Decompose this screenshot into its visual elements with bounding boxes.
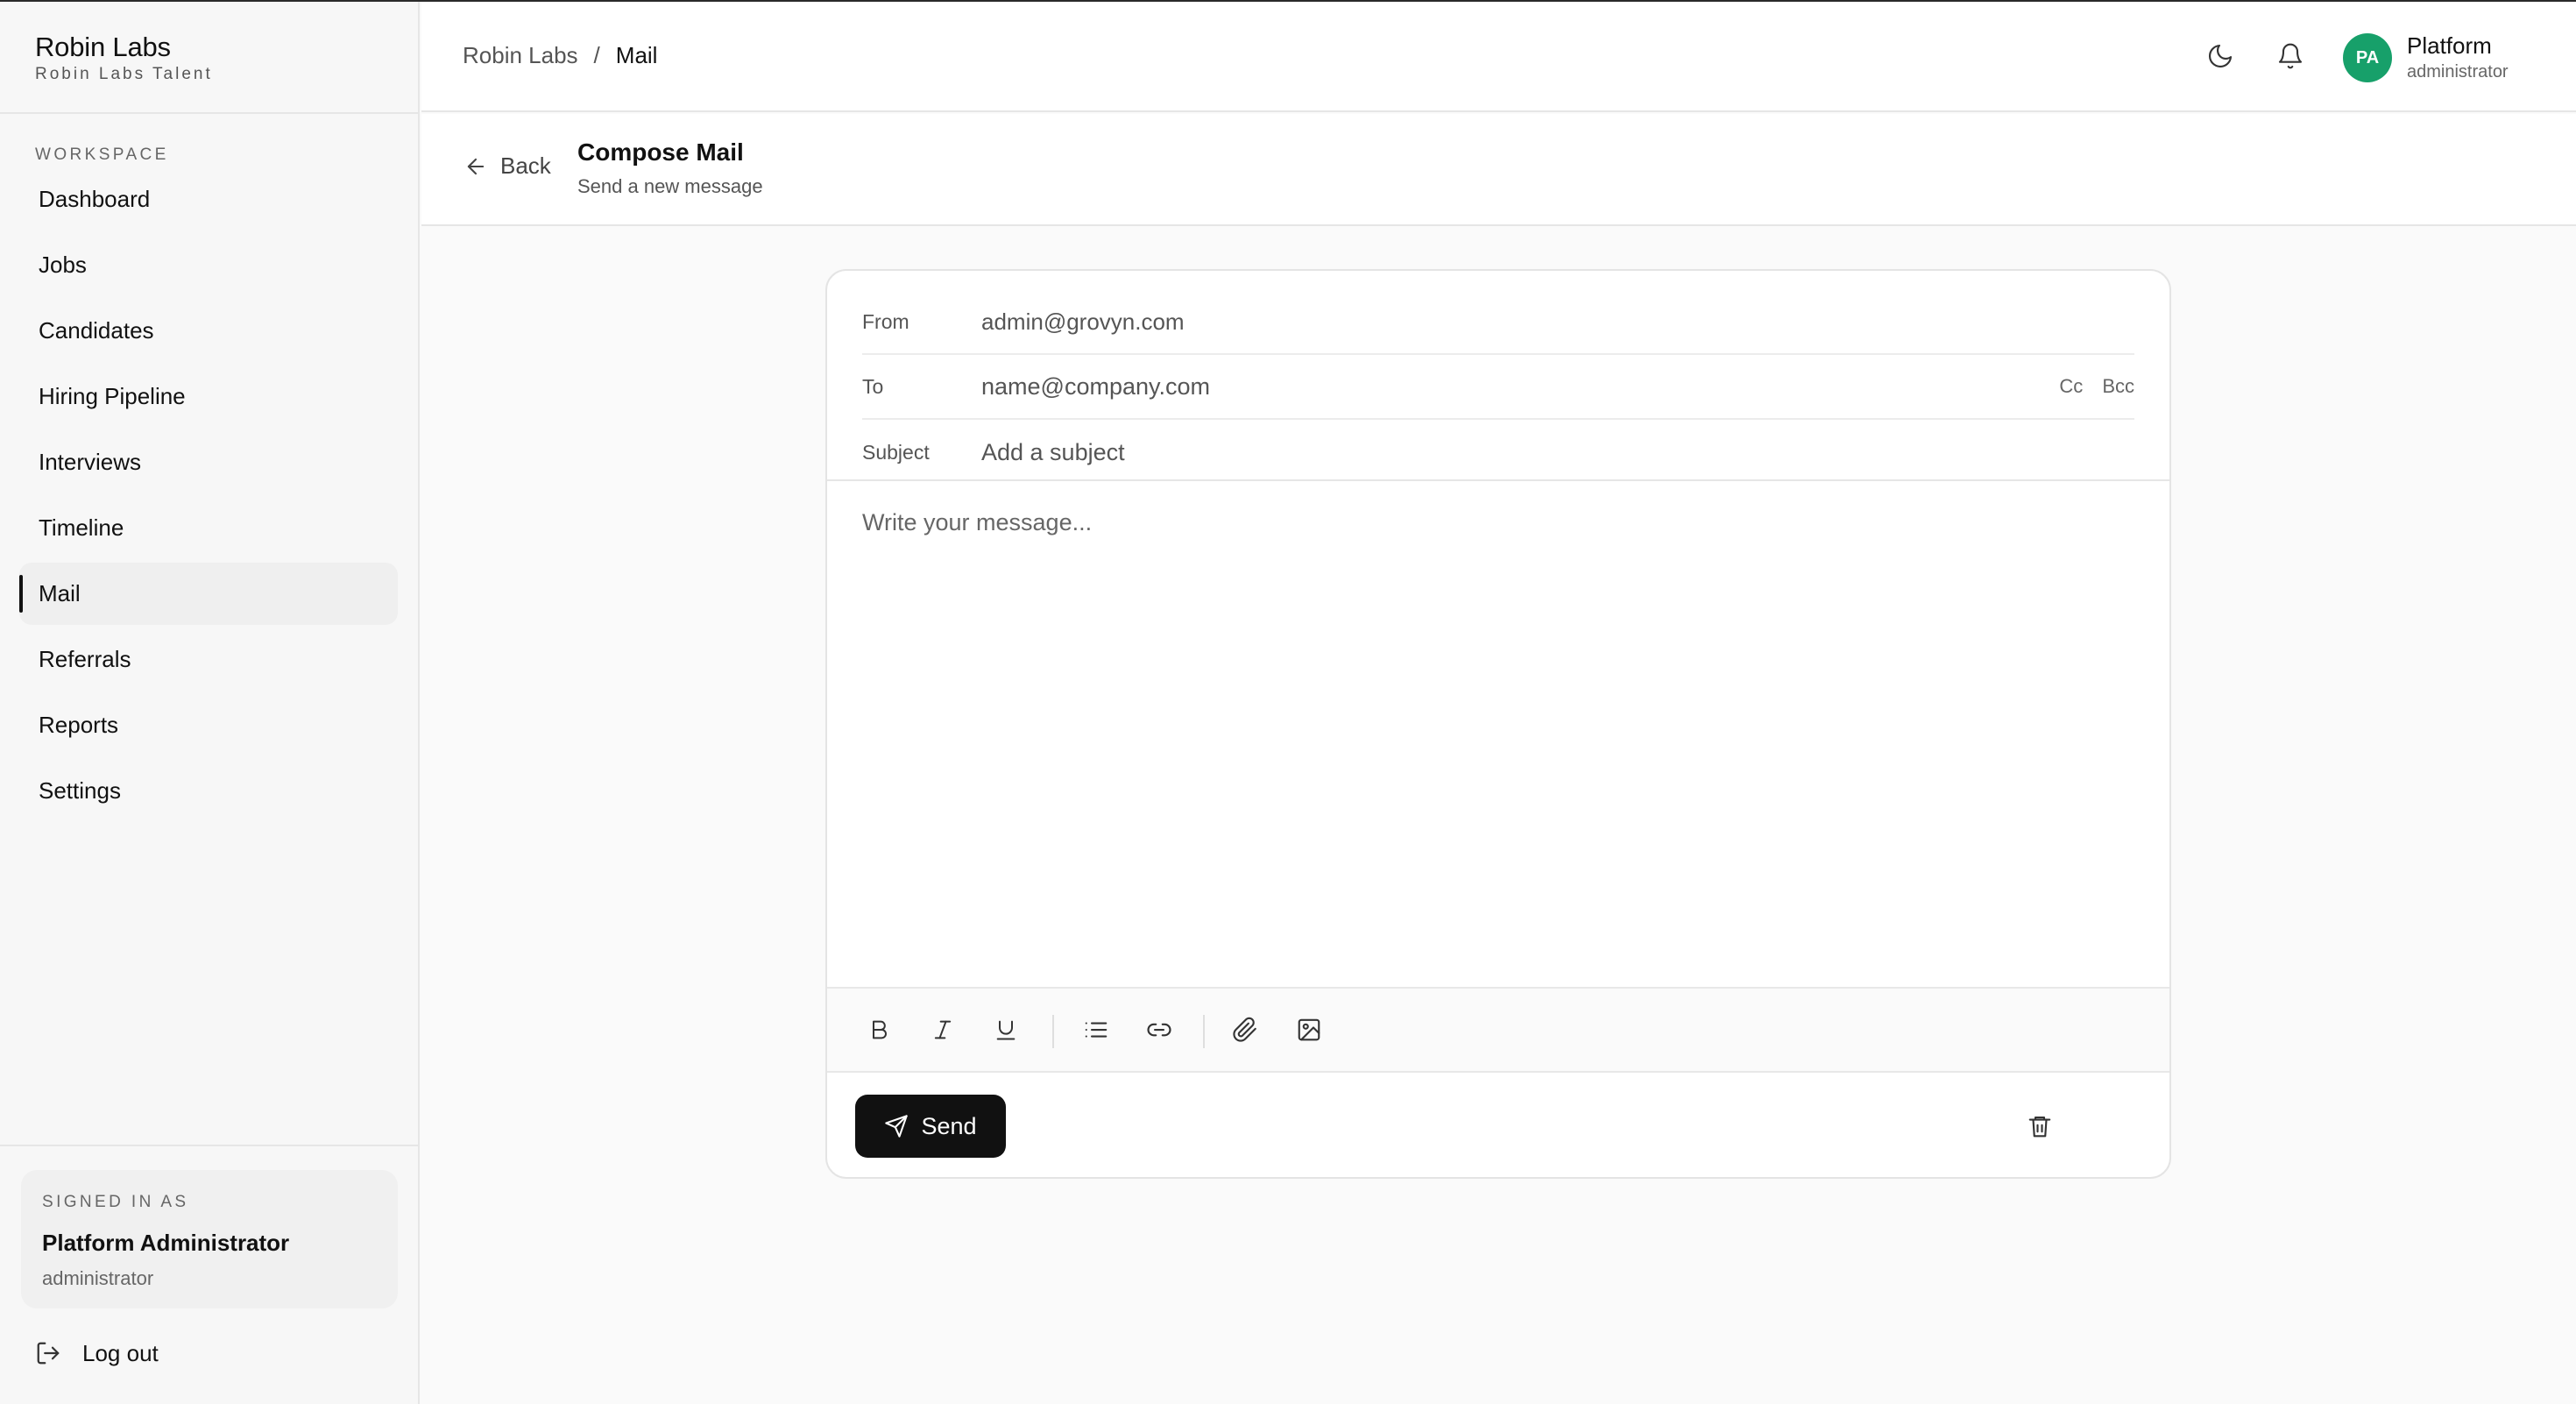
- sidebar-item-label: Referrals: [39, 646, 131, 672]
- to-input[interactable]: [981, 372, 2060, 401]
- toolbar-divider: [1052, 1015, 1054, 1048]
- from-row: From admin@grovyn.com: [862, 290, 2134, 355]
- signed-in-label: SIGNED IN AS: [42, 1193, 189, 1211]
- image-icon[interactable]: [1292, 1012, 1327, 1047]
- logout-button[interactable]: Log out: [35, 1336, 159, 1371]
- back-label: Back: [500, 152, 551, 179]
- sidebar-item-jobs[interactable]: Jobs: [19, 234, 398, 296]
- signed-in-name: Platform Administrator: [42, 1230, 290, 1256]
- bell-icon[interactable]: [2273, 39, 2308, 74]
- sidebar-item-interviews[interactable]: Interviews: [19, 431, 398, 493]
- breadcrumb-current: Mail: [615, 42, 658, 68]
- link-icon[interactable]: [1142, 1012, 1177, 1047]
- sidebar-item-referrals[interactable]: Referrals: [19, 628, 398, 691]
- sidebar-item-label: Hiring Pipeline: [39, 383, 186, 409]
- sidebar-item-dashboard[interactable]: Dashboard: [19, 168, 398, 230]
- sidebar-item-candidates[interactable]: Candidates: [19, 300, 398, 362]
- header-divider: [827, 479, 2169, 481]
- cc-button[interactable]: Cc: [2059, 375, 2083, 398]
- bold-icon[interactable]: [862, 1012, 897, 1047]
- logout-label: Log out: [82, 1339, 159, 1366]
- sidebar: Robin Labs Robin Labs Talent WORKSPACE D…: [0, 2, 420, 1404]
- to-label: To: [862, 374, 884, 398]
- page-title: Compose Mail: [577, 138, 744, 166]
- send-label: Send: [921, 1112, 977, 1139]
- bcc-button[interactable]: Bcc: [2102, 375, 2134, 398]
- brand: Robin Labs Robin Labs Talent: [35, 32, 213, 84]
- logout-icon: [35, 1340, 61, 1366]
- toolbar-divider: [1203, 1015, 1205, 1048]
- trash-icon[interactable]: [2022, 1109, 2057, 1144]
- list-icon[interactable]: [1079, 1012, 1114, 1047]
- top-bar: Robin Labs / Mail: [421, 2, 2576, 112]
- sidebar-item-label: Dashboard: [39, 186, 151, 212]
- paperclip-icon[interactable]: [1228, 1012, 1263, 1047]
- sidebar-item-label: Candidates: [39, 317, 154, 344]
- send-icon: [884, 1114, 909, 1138]
- breadcrumb-separator: /: [593, 42, 600, 68]
- sidebar-nav: Dashboard Jobs Candidates Hiring Pipelin…: [19, 168, 398, 826]
- arrow-left-icon: [464, 154, 488, 179]
- underline-icon[interactable]: [988, 1012, 1023, 1047]
- app-window: Robin Labs Robin Labs Talent WORKSPACE D…: [0, 0, 2576, 1404]
- signed-in-card: SIGNED IN AS Platform Administrator admi…: [21, 1170, 398, 1308]
- sidebar-item-hiring-pipeline[interactable]: Hiring Pipeline: [19, 365, 398, 428]
- avatar[interactable]: PA: [2343, 33, 2392, 82]
- from-value: admin@grovyn.com: [981, 308, 1185, 335]
- sidebar-item-reports[interactable]: Reports: [19, 694, 398, 756]
- italic-icon[interactable]: [925, 1012, 960, 1047]
- sidebar-divider: [0, 112, 418, 114]
- sidebar-item-settings[interactable]: Settings: [19, 760, 398, 822]
- sidebar-item-label: Jobs: [39, 252, 87, 278]
- compose-card: From admin@grovyn.com To Cc Bcc Subject: [825, 269, 2171, 1179]
- sidebar-item-label: Timeline: [39, 514, 124, 541]
- brand-name: Robin Labs: [35, 32, 171, 62]
- subject-input[interactable]: [981, 438, 2134, 466]
- message-body[interactable]: [862, 509, 2134, 772]
- user-name: Platform: [2407, 32, 2492, 59]
- subject-row: Subject: [862, 420, 2134, 485]
- breadcrumb-root[interactable]: Robin Labs: [463, 42, 578, 69]
- sidebar-item-label: Settings: [39, 777, 121, 804]
- subject-label: Subject: [862, 440, 930, 464]
- to-row: To Cc Bcc: [862, 355, 2134, 420]
- sidebar-item-timeline[interactable]: Timeline: [19, 497, 398, 559]
- sidebar-footer-divider: [0, 1145, 418, 1146]
- sidebar-item-mail[interactable]: Mail: [19, 563, 398, 625]
- brand-subtitle: Robin Labs Talent: [35, 65, 213, 83]
- workspace-label: WORKSPACE: [35, 145, 169, 164]
- sidebar-item-label: Reports: [39, 712, 119, 738]
- sidebar-item-label: Interviews: [39, 449, 142, 475]
- moon-icon[interactable]: [2203, 39, 2238, 74]
- page-header: Back Compose Mail Send a new message: [421, 114, 2576, 226]
- formatting-toolbar: [827, 987, 2169, 1073]
- cc-bcc-toggles: Cc Bcc: [2059, 375, 2134, 398]
- send-button[interactable]: Send: [855, 1095, 1006, 1158]
- from-label: From: [862, 309, 909, 333]
- user-role: administrator: [2407, 62, 2509, 82]
- page-subtitle: Send a new message: [577, 175, 763, 197]
- back-button[interactable]: Back: [464, 152, 551, 180]
- signed-in-role: administrator: [42, 1267, 154, 1289]
- breadcrumb: Robin Labs / Mail: [463, 42, 657, 69]
- sidebar-item-label: Mail: [39, 580, 81, 606]
